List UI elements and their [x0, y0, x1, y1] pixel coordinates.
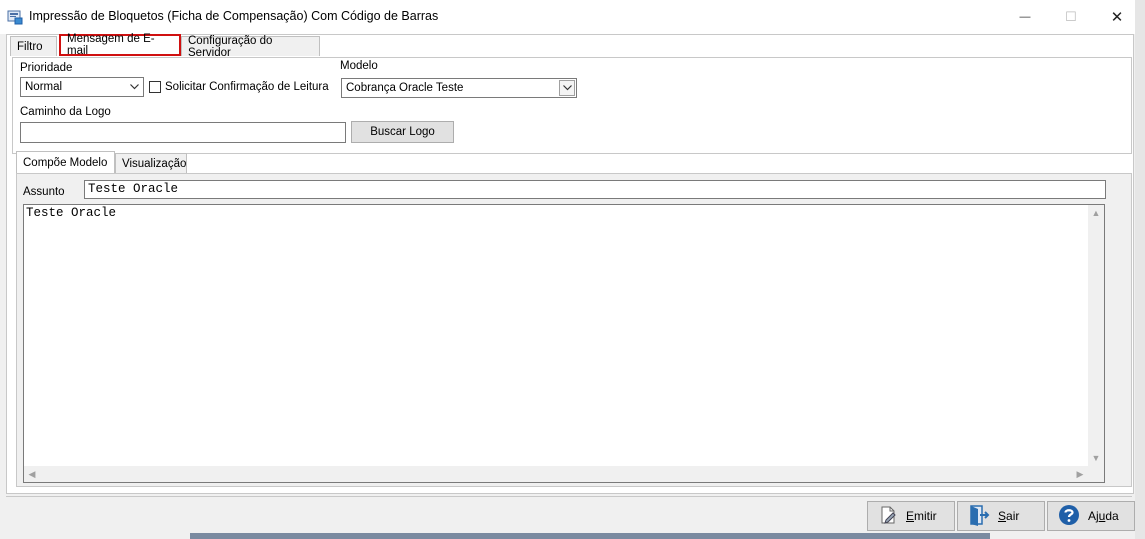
horizontal-scrollbar[interactable]: ◀ ▶ — [24, 466, 1088, 482]
minimize-button[interactable]: — — [1002, 0, 1048, 34]
background-window-strip — [190, 533, 990, 539]
tab-label: Compõe Modelo — [23, 156, 108, 169]
tab-label: Filtro — [17, 40, 43, 53]
ajuda-label: Ajuda — [1088, 509, 1119, 523]
modelo-value: Cobrança Oracle Teste — [346, 82, 464, 94]
desktop-scrollbar — [1135, 0, 1145, 539]
confirmacao-label: Solicitar Confirmação de Leitura — [165, 81, 329, 93]
emitir-label: Emitir — [906, 509, 937, 523]
message-body-text: Teste Oracle — [26, 206, 117, 220]
prioridade-value: Normal — [25, 81, 63, 93]
close-button[interactable]: ✕ — [1094, 0, 1140, 34]
tab-label: Configuração do Servidor — [188, 34, 273, 59]
minimize-icon: — — [1019, 11, 1031, 23]
window-title: Impressão de Bloquetos (Ficha de Compens… — [29, 9, 439, 23]
tab-label: Mensagem de E-mail — [67, 33, 155, 57]
chevron-down-icon — [126, 79, 142, 95]
caminho-logo-label: Caminho da Logo — [20, 106, 111, 118]
scroll-right-icon[interactable]: ▶ — [1072, 466, 1088, 482]
tab-configuracao-servidor[interactable]: Configuração do Servidor — [181, 34, 320, 59]
buscar-logo-label: Buscar Logo — [370, 126, 435, 138]
prioridade-label: Prioridade — [20, 62, 73, 74]
maximize-icon: ☐ — [1065, 9, 1077, 24]
tab-compoe-modelo[interactable]: Compõe Modelo — [16, 151, 115, 173]
maximize-button[interactable]: ☐ — [1048, 0, 1094, 34]
assunto-label: Assunto — [23, 186, 65, 198]
modelo-label: Modelo — [340, 60, 378, 72]
sair-label: Sair — [998, 509, 1020, 523]
buscar-logo-button[interactable]: Buscar Logo — [351, 121, 454, 143]
scroll-up-icon[interactable]: ▲ — [1088, 205, 1104, 221]
scroll-left-icon[interactable]: ◀ — [24, 466, 40, 482]
tab-filtro[interactable]: Filtro — [10, 36, 57, 56]
title-bar: Impressão de Bloquetos (Ficha de Compens… — [0, 0, 1145, 34]
close-icon: ✕ — [1110, 9, 1124, 26]
tab-label: Visualização — [122, 157, 187, 170]
emitir-button[interactable]: Emitir — [867, 501, 955, 531]
tab-mensagem-email[interactable]: Mensagem de E-mail — [59, 33, 181, 57]
exit-door-icon — [968, 504, 990, 529]
ajuda-button[interactable]: Ajuda — [1047, 501, 1135, 531]
app-window-icon — [7, 9, 23, 25]
document-edit-icon — [878, 505, 898, 528]
scroll-down-icon[interactable]: ▼ — [1088, 450, 1104, 466]
assunto-input[interactable]: Teste Oracle — [84, 180, 1106, 199]
tab-visualizacao[interactable]: Visualização — [115, 153, 187, 173]
prioridade-select[interactable]: Normal — [20, 77, 144, 97]
caminho-logo-input[interactable] — [20, 122, 346, 143]
sair-button[interactable]: Sair — [957, 501, 1045, 531]
modelo-select[interactable]: Cobrança Oracle Teste — [341, 78, 577, 98]
confirmacao-checkbox[interactable] — [149, 81, 161, 93]
help-icon — [1058, 504, 1080, 529]
vertical-scrollbar[interactable]: ▲ ▼ — [1088, 205, 1104, 482]
chevron-down-icon — [559, 80, 575, 96]
message-body-editor[interactable]: Teste Oracle ▲ ▼ ◀ ▶ — [23, 204, 1105, 483]
